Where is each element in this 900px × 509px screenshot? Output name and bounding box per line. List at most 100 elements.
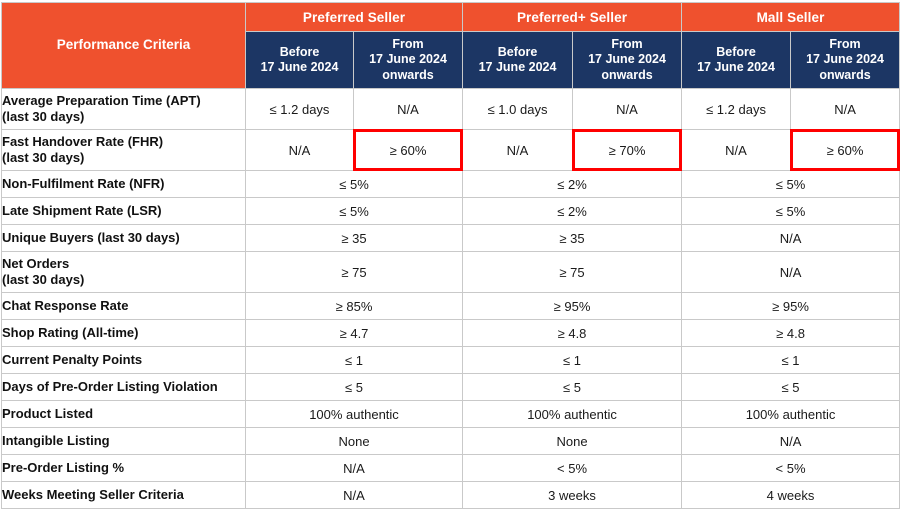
subheader-before-preferred-plus-seller: Before 17 June 2024 <box>462 31 574 89</box>
value-text: ≥ 4.7 <box>339 325 369 341</box>
table-header: Performance Criteria Preferred Seller Pr… <box>1 2 900 89</box>
table-row: Current Penalty Points ≤ 1 ≤ 1 ≤ 1 <box>1 346 900 374</box>
value-cell: ≤ 5 <box>244 373 464 401</box>
value-text: ≥ 75 <box>559 264 585 280</box>
performance-criteria-table: Performance Criteria Preferred Seller Pr… <box>1 2 900 509</box>
subheader-before-preferred-seller: Before 17 June 2024 <box>245 31 354 89</box>
criteria-label-cell: Fast Handover Rate (FHR) (last 30 days) <box>1 129 246 171</box>
value-text: < 5% <box>557 460 588 476</box>
value-cell: ≤ 1 <box>681 346 900 374</box>
value-text: 100% authentic <box>309 406 399 422</box>
value-text: ≤ 1 <box>345 352 363 368</box>
value-cell: N/A <box>681 129 792 171</box>
criteria-label-line: Shop Rating (All-time) <box>2 325 139 341</box>
criteria-label-line: Intangible Listing <box>2 433 110 449</box>
value-cell: ≥ 75 <box>462 251 683 293</box>
value-text: ≤ 5% <box>339 176 369 192</box>
value-cell: ≤ 1.0 days <box>462 88 574 130</box>
value-text: N/A <box>725 142 747 158</box>
value-cell: N/A <box>352 88 464 130</box>
subheader-before-mall-seller: Before 17 June 2024 <box>681 31 792 89</box>
value-text: ≥ 4.8 <box>557 325 587 341</box>
value-text: N/A <box>779 433 802 449</box>
value-cell-highlighted: ≥ 60% <box>790 129 900 172</box>
criteria-label-cell: Non-Fulfilment Rate (NFR) <box>1 170 246 198</box>
value-text: ≤ 1.0 days <box>487 101 548 117</box>
table-row: Fast Handover Rate (FHR) (last 30 days) N/… <box>1 129 900 172</box>
subheader-line: Before <box>279 44 320 59</box>
criteria-label-line: Net Orders <box>2 256 70 272</box>
value-cell: N/A <box>244 454 464 482</box>
criteria-label-line: Non-Fulfilment Rate (NFR) <box>2 176 165 192</box>
value-cell: ≤ 5 <box>462 373 683 401</box>
value-cell: < 5% <box>462 454 683 482</box>
criteria-label-cell: Intangible Listing <box>1 427 246 455</box>
value-cell: ≥ 4.7 <box>244 319 464 347</box>
value-cell: 100% authentic <box>462 400 683 428</box>
subheader-line: Before <box>497 44 538 59</box>
header-row-groups: Performance Criteria Preferred Seller Pr… <box>1 2 900 89</box>
value-cell: ≤ 2% <box>462 197 683 225</box>
criteria-label-line: Pre-Order Listing % <box>2 460 125 476</box>
criteria-label-cell: Weeks Meeting Seller Criteria <box>1 481 246 509</box>
criteria-label-cell: Late Shipment Rate (LSR) <box>1 197 246 225</box>
criteria-label-line: Unique Buyers (last 30 days) <box>2 230 180 246</box>
value-text: N/A <box>506 142 529 158</box>
subheader-line: From <box>392 37 424 52</box>
value-cell: ≥ 35 <box>244 224 464 252</box>
value-cell: ≤ 5% <box>244 197 464 225</box>
value-text: ≥ 60% <box>389 142 427 158</box>
criteria-label-line: Days of Pre-Order Listing Violation <box>2 379 218 395</box>
table-row: Pre-Order Listing % N/A < 5% < 5% <box>1 454 900 482</box>
subheader-line: 17 June 2024 <box>806 52 884 67</box>
value-text: ≤ 5% <box>339 203 369 219</box>
value-text: ≥ 75 <box>341 264 367 280</box>
value-text: 4 weeks <box>766 487 815 503</box>
value-cell: N/A <box>681 427 900 455</box>
value-cell: ≥ 75 <box>244 251 464 293</box>
value-text: ≤ 2% <box>557 176 587 192</box>
value-text: ≥ 60% <box>826 142 864 158</box>
subheader-line: 17 June 2024 <box>697 60 775 74</box>
value-text: ≤ 2% <box>557 203 587 219</box>
value-cell: N/A <box>462 129 574 171</box>
criteria-label-line: Late Shipment Rate (LSR) <box>2 203 162 219</box>
table-row: Product Listed 100% authentic 100% authent… <box>1 400 900 428</box>
criteria-label-cell: Current Penalty Points <box>1 346 246 374</box>
value-text: ≤ 1 <box>563 352 581 368</box>
value-text: ≤ 5 <box>345 379 363 395</box>
value-cell: 3 weeks <box>462 481 683 509</box>
value-cell: ≥ 35 <box>462 224 683 252</box>
value-cell: ≤ 2% <box>462 170 683 198</box>
value-text: ≤ 5% <box>775 176 806 192</box>
criteria-label-line: Average Preparation Time (APT) <box>2 93 201 109</box>
value-text: ≥ 70% <box>608 142 646 158</box>
value-text: N/A <box>779 230 802 246</box>
value-cell: ≤ 5% <box>681 170 900 198</box>
subheader-from-mall-seller: From 17 June 2024 onwards <box>790 31 900 89</box>
criteria-sublabel-line: (last 30 days) <box>2 272 85 287</box>
table-row: Average Preparation Time (APT) (last 30 d… <box>1 88 900 130</box>
value-text: ≥ 95% <box>772 298 809 314</box>
value-text: N/A <box>834 101 856 117</box>
criteria-label-cell: Pre-Order Listing % <box>1 454 246 482</box>
value-cell: ≤ 1.2 days <box>681 88 792 130</box>
group-header-mall-seller: Mall Seller <box>681 2 900 32</box>
value-text: ≥ 35 <box>341 230 367 246</box>
criteria-label-line: Fast Handover Rate (FHR) <box>2 134 164 150</box>
subheader-line: 17 June 2024 <box>369 52 447 67</box>
criteria-label-cell: Days of Pre-Order Listing Violation <box>1 373 246 401</box>
value-text: ≤ 1.2 days <box>269 101 330 117</box>
table-row: Days of Pre-Order Listing Violation ≤ 5 ≤ … <box>1 373 900 401</box>
criteria-label-cell: Net Orders (last 30 days) <box>1 251 246 293</box>
value-cell: None <box>462 427 683 455</box>
criteria-sublabel-line: (last 30 days) <box>2 109 85 124</box>
criteria-label-cell: Chat Response Rate <box>1 292 246 320</box>
performance-criteria-table-page: Performance Criteria Preferred Seller Pr… <box>0 2 900 509</box>
subheader-line: onwards <box>382 67 434 82</box>
value-text: N/A <box>343 460 365 476</box>
table-row: Intangible Listing None None N/A <box>1 427 900 455</box>
subheader-line: 17 June 2024 <box>588 52 666 67</box>
value-text: None <box>556 433 588 449</box>
criteria-label-cell: Shop Rating (All-time) <box>1 319 246 347</box>
